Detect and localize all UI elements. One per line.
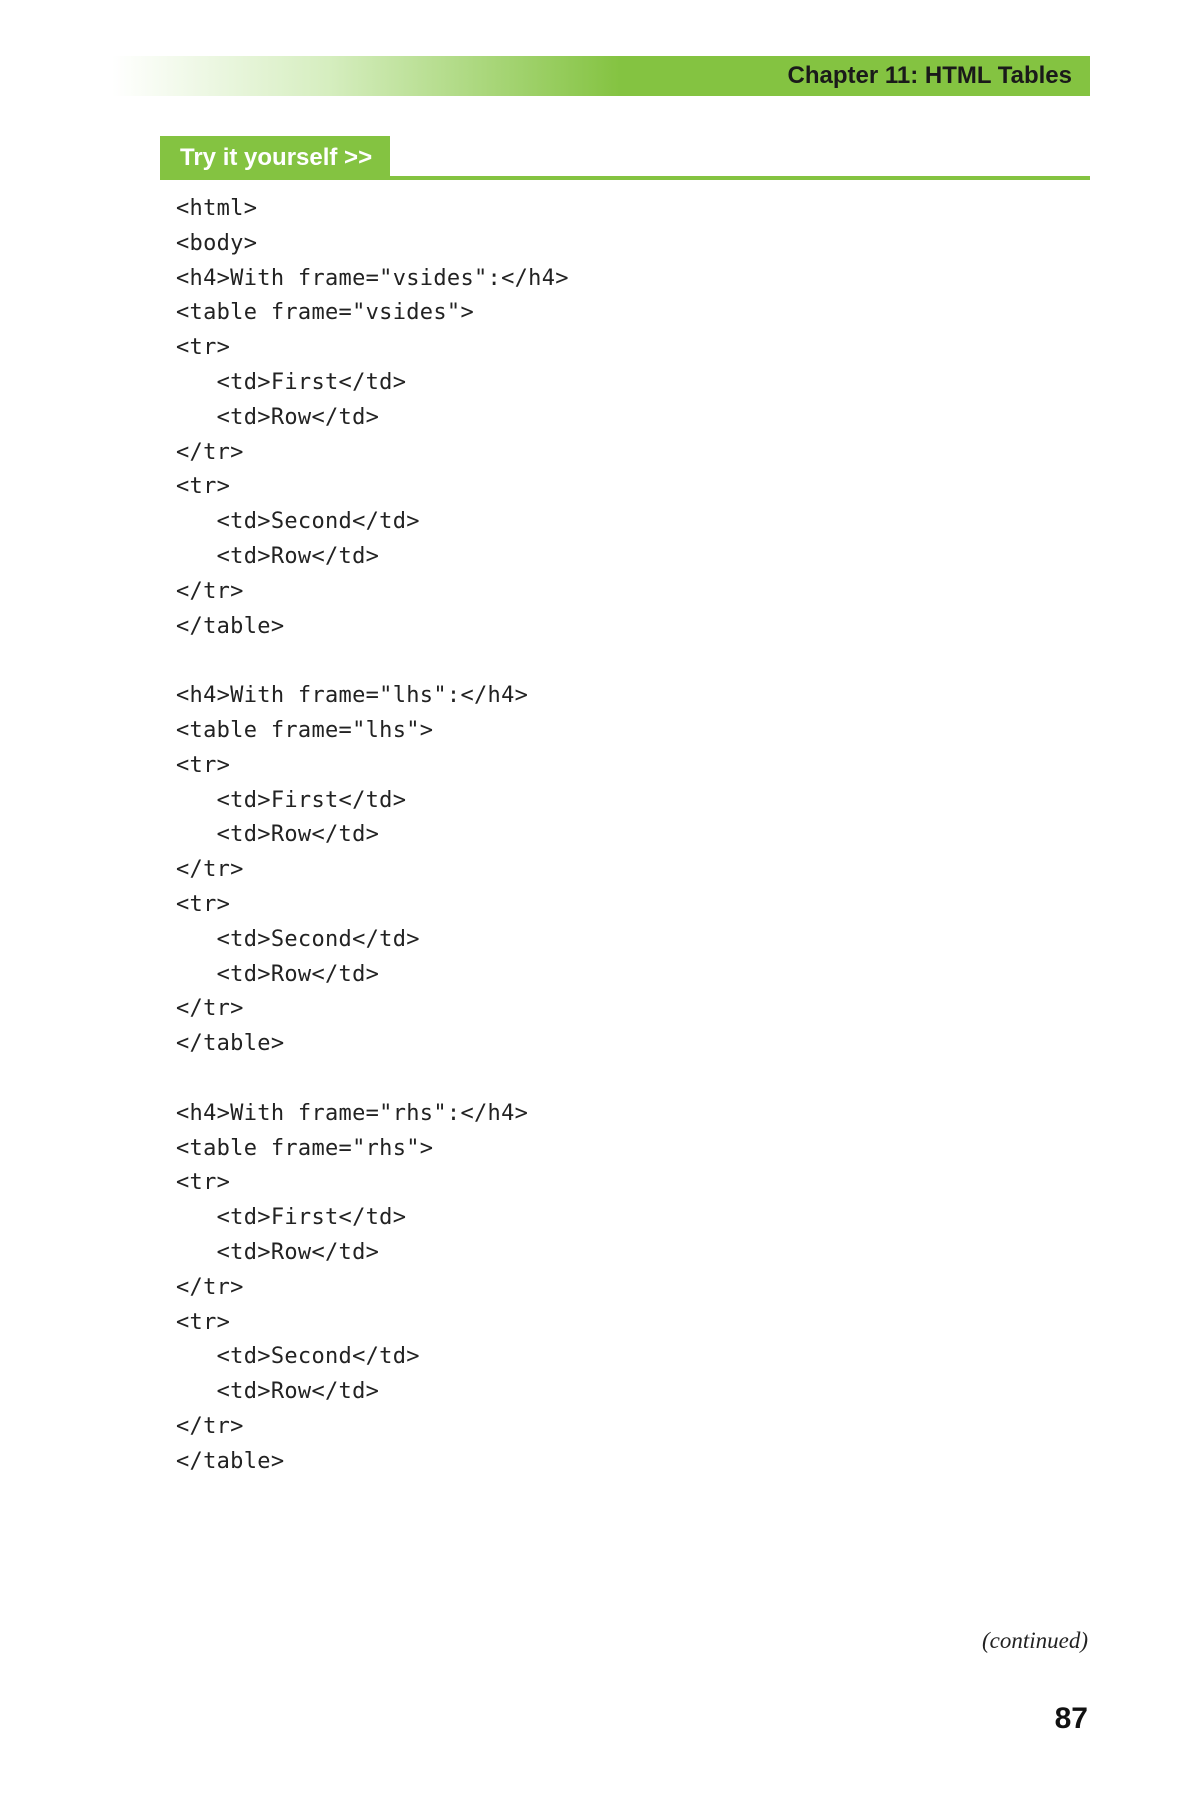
page: Chapter 11: HTML Tables Try it yourself …	[0, 0, 1200, 1800]
code-listing: <html> <body> <h4>With frame="vsides":</…	[176, 192, 1076, 1479]
page-number: 87	[1055, 1702, 1088, 1736]
chapter-title: Chapter 11: HTML Tables	[787, 62, 1072, 90]
continued-label: (continued)	[982, 1628, 1088, 1654]
try-it-yourself-heading: Try it yourself >>	[160, 136, 1090, 180]
try-it-yourself-tab: Try it yourself >>	[160, 136, 390, 180]
chapter-header-bar: Chapter 11: HTML Tables	[112, 56, 1090, 96]
try-it-yourself-label: Try it yourself >>	[180, 144, 372, 172]
heading-rule	[390, 136, 1090, 180]
